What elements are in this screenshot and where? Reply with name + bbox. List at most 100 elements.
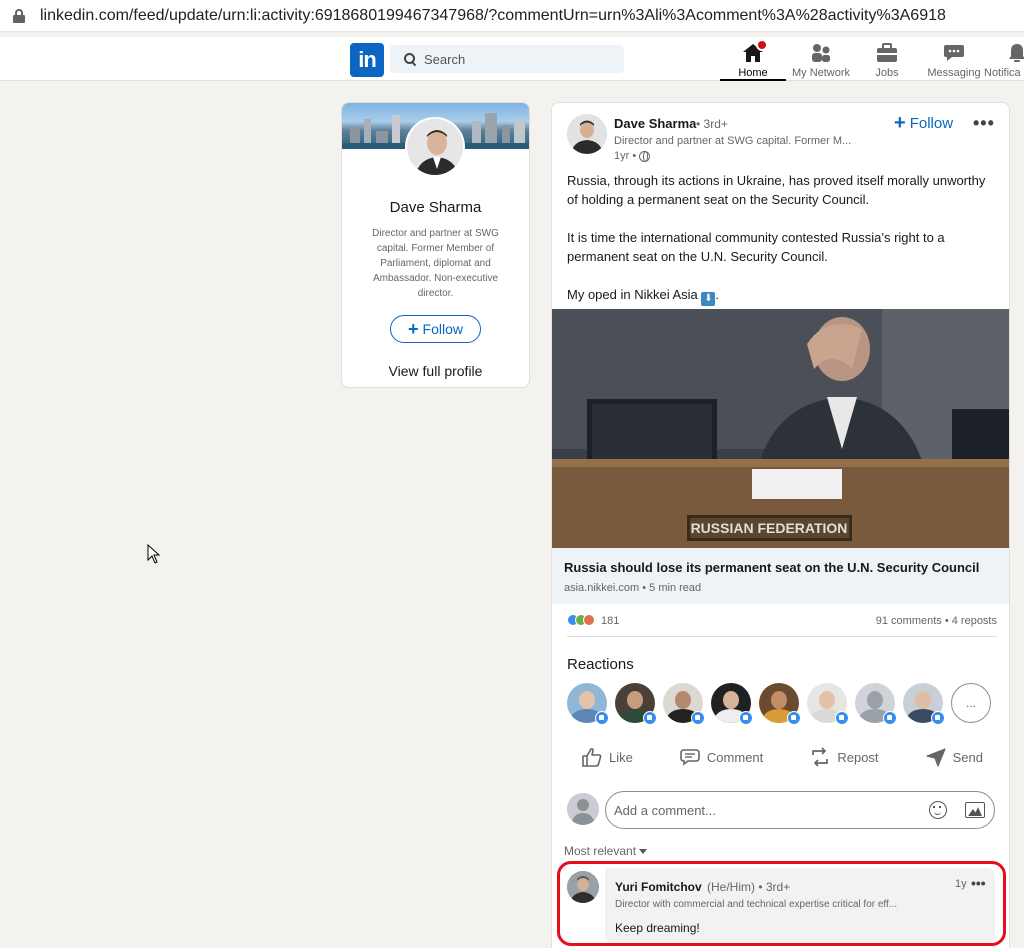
home-icon	[718, 41, 788, 65]
reactor-avatar[interactable]	[759, 683, 801, 725]
like-badge-icon	[691, 711, 705, 725]
comment-box[interactable]	[605, 791, 995, 829]
profile-follow-label: Follow	[422, 321, 463, 337]
author-headline: Director and partner at SWG capital. For…	[614, 135, 852, 147]
profile-card: Dave Sharma Director and partner at SWG …	[341, 102, 530, 388]
notification-badge	[756, 39, 768, 51]
more-reactors-button[interactable]: ...	[951, 683, 991, 723]
image-icon[interactable]	[965, 802, 985, 818]
love-reaction-icon	[583, 614, 595, 626]
globe-icon	[639, 150, 651, 162]
reactions-title: Reactions	[567, 656, 634, 673]
like-badge-icon	[739, 711, 753, 725]
briefcase-icon	[852, 41, 922, 65]
reactor-avatar[interactable]	[903, 683, 945, 725]
post-time: 1yr •	[614, 150, 651, 162]
chat-icon	[919, 41, 989, 65]
like-badge-icon	[787, 711, 801, 725]
reactors-list: ...	[567, 683, 991, 725]
post-more-icon[interactable]: •••	[973, 113, 995, 134]
social-counts: 181 91 comments • 4 reposts	[567, 614, 997, 630]
sort-dropdown[interactable]: Most relevant	[564, 844, 648, 858]
like-badge-icon	[931, 711, 945, 725]
profile-avatar[interactable]	[405, 117, 465, 177]
like-button[interactable]: Like	[567, 745, 647, 769]
commenter-name[interactable]: Yuri Fomitchov	[615, 880, 702, 894]
reactor-avatar[interactable]	[567, 683, 609, 725]
view-full-profile-link[interactable]: View full profile	[342, 363, 529, 379]
comment-button[interactable]: Comment	[665, 745, 777, 769]
browser-url-bar[interactable]: linkedin.com/feed/update/urn:li:activity…	[0, 0, 1024, 32]
url-text[interactable]: linkedin.com/feed/update/urn:li:activity…	[40, 7, 946, 25]
comment-icon	[680, 749, 700, 766]
comment-input[interactable]	[614, 802, 914, 818]
divider	[567, 636, 997, 637]
lock-icon	[12, 8, 26, 23]
comment-bubble: Yuri Fomitchov (He/Him) • 3rd+ Director …	[605, 868, 995, 944]
repost-icon	[812, 747, 829, 767]
post-paragraph-end: .	[715, 287, 720, 302]
reactor-avatar[interactable]	[807, 683, 849, 725]
comment-text: Keep dreaming!	[615, 921, 700, 935]
profile-headline: Director and partner at SWG capital. For…	[372, 228, 499, 299]
post-paragraph: My oped in Nikkei Asia	[567, 287, 698, 302]
caret-down-icon	[639, 848, 648, 854]
sort-label: Most relevant	[564, 844, 637, 858]
mouse-cursor-icon	[147, 544, 161, 564]
post-paragraph: Russia, through its actions in Ukraine, …	[567, 173, 986, 207]
nav-home[interactable]: Home	[718, 39, 788, 81]
reactor-avatar[interactable]	[663, 683, 705, 725]
search-box[interactable]	[390, 45, 624, 73]
nav-my-network[interactable]: My Network	[786, 41, 856, 79]
search-input[interactable]	[424, 51, 614, 67]
reactor-avatar[interactable]	[855, 683, 897, 725]
linkedin-logo[interactable]: in	[350, 43, 384, 77]
like-badge-icon	[883, 711, 897, 725]
nav-notifications[interactable]: Notifica	[984, 41, 1024, 79]
comment-label: Comment	[706, 749, 764, 765]
repost-label: Repost	[837, 749, 879, 765]
nav-messaging[interactable]: Messaging	[919, 41, 989, 79]
search-icon	[404, 53, 416, 65]
repost-button[interactable]: Repost	[795, 745, 892, 769]
network-icon	[786, 41, 856, 65]
comment-time: 1y	[955, 878, 967, 890]
article-title[interactable]: Russia should lose its permanent seat on…	[564, 560, 979, 575]
nav-jobs[interactable]: Jobs	[852, 41, 922, 79]
commenter-pronouns: (He/Him) • 3rd+	[707, 880, 791, 894]
plus-icon: +	[894, 112, 906, 134]
reaction-icons[interactable]	[567, 614, 595, 626]
top-nav: in Home My Network Jobs Messaging Notifi…	[0, 37, 1024, 81]
commenter-avatar[interactable]	[567, 871, 599, 903]
reaction-count[interactable]: 181	[601, 615, 619, 627]
profile-follow-button[interactable]: + Follow	[390, 315, 481, 343]
send-button[interactable]: Send	[911, 745, 997, 769]
like-badge-icon	[643, 711, 657, 725]
post-follow-button[interactable]: + Follow	[894, 113, 953, 133]
nav-my-network-label: My Network	[791, 67, 851, 79]
reactor-avatar[interactable]	[711, 683, 753, 725]
post-time-label: 1yr •	[614, 150, 637, 162]
like-badge-icon	[595, 711, 609, 725]
profile-name[interactable]: Dave Sharma	[342, 199, 529, 216]
nav-jobs-label: Jobs	[875, 67, 899, 79]
comments-reposts-count[interactable]: 91 comments • 4 reposts	[876, 615, 997, 627]
post-follow-label: Follow	[909, 114, 954, 132]
article-info[interactable]: Russia should lose its permanent seat on…	[552, 548, 1009, 604]
article-image-caption: RUSSIAN FEDERATION	[691, 520, 848, 536]
send-icon	[926, 748, 946, 767]
down-arrow-icon: ⬇	[701, 292, 716, 306]
reactor-avatar[interactable]	[615, 683, 657, 725]
author-name[interactable]: Dave Sharma	[614, 116, 696, 131]
emoji-icon[interactable]	[929, 801, 947, 819]
nav-messaging-label: Messaging	[927, 67, 981, 79]
post-actions: Like Comment Repost Send	[567, 745, 997, 769]
commenter-headline: Director with commercial and technical e…	[615, 899, 898, 910]
article-image[interactable]: RUSSIAN FEDERATION	[552, 309, 1009, 548]
plus-icon: +	[408, 319, 419, 339]
article-source: asia.nikkei.com • 5 min read	[564, 582, 702, 594]
current-user-avatar[interactable]	[567, 793, 599, 825]
author-avatar[interactable]	[567, 114, 607, 154]
comment-more-icon[interactable]: •••	[971, 875, 986, 891]
like-badge-icon	[835, 711, 849, 725]
